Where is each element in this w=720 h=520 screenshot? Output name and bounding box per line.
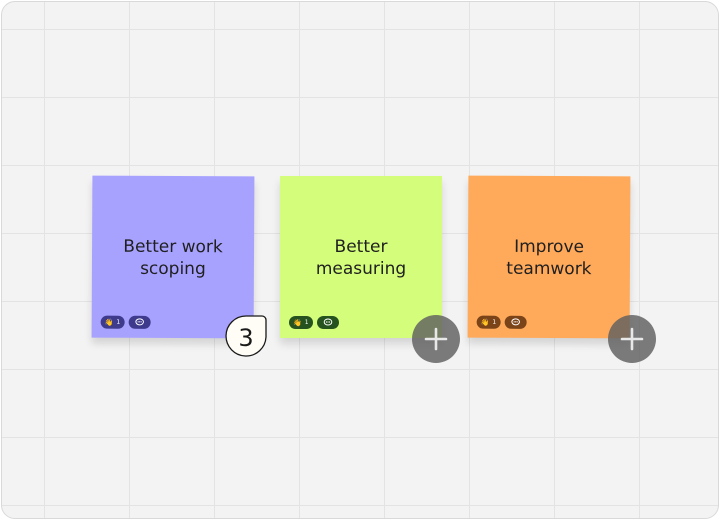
wave-emoji-icon: 👋 [293, 318, 302, 327]
wave-emoji-icon: 👋 [480, 318, 490, 327]
sticky-note[interactable]: Improve teamwork 👋 1 [467, 175, 631, 339]
reaction-chip[interactable]: 👋 1 [289, 316, 313, 329]
reaction-count: 1 [116, 318, 121, 326]
collaborator-cursor-badge: 3 [222, 313, 270, 361]
comment-icon [323, 318, 332, 326]
sticky-note-text[interactable]: Better work scoping [102, 236, 244, 281]
plus-icon [424, 327, 448, 351]
comment-icon [134, 318, 144, 326]
note-reactions: 👋 1 [476, 315, 527, 329]
sticky-note-text[interactable]: Better measuring [290, 236, 432, 280]
reaction-count: 1 [304, 319, 309, 326]
wave-emoji-icon: 👋 [104, 318, 114, 327]
note-reactions: 👋 1 [289, 316, 339, 329]
add-note-button[interactable] [608, 315, 656, 363]
comment-icon [510, 318, 520, 326]
reaction-count: 1 [492, 318, 497, 326]
reaction-chip[interactable]: 👋 1 [100, 315, 125, 329]
sticky-note[interactable]: Better measuring 👋 1 [280, 176, 442, 338]
note-reactions: 👋 1 [100, 315, 151, 329]
add-comment-chip[interactable] [504, 315, 527, 329]
add-note-button[interactable] [412, 315, 460, 363]
collaborator-count: 3 [238, 324, 254, 352]
reaction-chip[interactable]: 👋 1 [476, 315, 501, 329]
whiteboard-canvas[interactable]: Better work scoping 👋 1 Better measuring… [1, 1, 719, 519]
plus-icon [620, 327, 644, 351]
add-comment-chip[interactable] [316, 316, 339, 329]
add-comment-chip[interactable] [128, 315, 151, 329]
sticky-note-text[interactable]: Improve teamwork [478, 236, 620, 281]
